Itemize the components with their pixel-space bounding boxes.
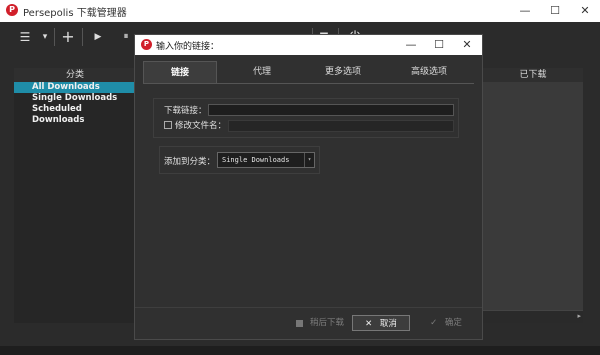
app-logo-icon: P bbox=[6, 4, 18, 16]
tab-link[interactable]: 链接 bbox=[143, 61, 217, 83]
toolbar-divider bbox=[82, 28, 83, 46]
dialog-footer: 稍后下载 ✕ 取消 ✓ 确定 bbox=[135, 307, 482, 339]
minimize-button[interactable]: — bbox=[510, 0, 540, 22]
scroll-right-icon[interactable]: ▸ bbox=[577, 312, 581, 320]
cancel-label: 取消 bbox=[379, 319, 397, 329]
pause-icon[interactable]: ⏸ bbox=[118, 28, 134, 46]
category-all-downloads[interactable]: All Downloads bbox=[14, 82, 136, 93]
dialog-close-button[interactable]: ✕ bbox=[453, 35, 481, 55]
window-title: Persepolis 下载管理器 bbox=[23, 8, 127, 19]
horizontal-scrollbar[interactable]: ▸ bbox=[483, 310, 583, 323]
category-scheduled-downloads[interactable]: Scheduled Downloads bbox=[14, 104, 136, 125]
category-select[interactable]: Single Downloads ▾ bbox=[217, 152, 315, 168]
status-strip bbox=[0, 346, 600, 355]
add-link-icon[interactable]: + bbox=[60, 28, 76, 46]
cancel-button[interactable]: ✕ 取消 bbox=[352, 315, 410, 331]
dialog-tabs: 链接 代理 更多选项 高级选项 bbox=[143, 61, 474, 83]
cancel-icon: ✕ bbox=[365, 319, 373, 329]
downloaded-column-header[interactable]: 已下载 bbox=[483, 68, 583, 82]
downloads-grid[interactable] bbox=[483, 82, 583, 310]
category-sidebar: 分类 All Downloads Single Downloads Schedu… bbox=[14, 68, 136, 323]
category-select-value: Single Downloads bbox=[222, 156, 290, 164]
category-group: 添加到分类： Single Downloads ▾ bbox=[159, 146, 320, 174]
window-titlebar: P Persepolis 下载管理器 — ☐ ✕ bbox=[0, 0, 600, 22]
link-group: 下载链接： 修改文件名： bbox=[153, 98, 459, 138]
resume-icon[interactable]: ▶ bbox=[90, 28, 106, 46]
add-to-category-label: 添加到分类： bbox=[164, 157, 216, 167]
dialog-titlebar: P 输入你的链接： — ☐ ✕ bbox=[135, 35, 482, 55]
add-link-dialog: P 输入你的链接： — ☐ ✕ 链接 代理 更多选项 高级选项 下载链接： 修改… bbox=[134, 34, 483, 340]
rename-checkbox[interactable] bbox=[164, 121, 172, 129]
tab-advanced-options[interactable]: 高级选项 bbox=[387, 61, 471, 83]
dialog-minimize-button[interactable]: — bbox=[397, 35, 425, 55]
link-label: 下载链接： bbox=[164, 106, 207, 116]
downloads-table: 已下载 ▸ bbox=[483, 68, 583, 323]
check-icon: ✓ bbox=[430, 318, 438, 328]
category-header: 分类 bbox=[14, 68, 136, 82]
dialog-maximize-button[interactable]: ☐ bbox=[425, 35, 453, 55]
download-later-label[interactable]: 稍后下载 bbox=[307, 315, 347, 331]
chevron-down-icon[interactable]: ▾ bbox=[40, 28, 50, 46]
dialog-logo-icon: P bbox=[141, 39, 152, 50]
ok-button[interactable]: ✓ 确定 bbox=[421, 315, 471, 331]
menu-icon[interactable]: ☰ bbox=[18, 28, 32, 46]
download-later-checkbox[interactable] bbox=[296, 320, 303, 327]
ok-label: 确定 bbox=[444, 318, 462, 328]
tab-more-options[interactable]: 更多选项 bbox=[303, 61, 383, 83]
chevron-down-icon[interactable]: ▾ bbox=[304, 153, 314, 167]
rename-label: 修改文件名： bbox=[175, 121, 227, 131]
toolbar-divider bbox=[54, 28, 55, 46]
tab-proxy[interactable]: 代理 bbox=[227, 61, 297, 83]
download-link-input[interactable] bbox=[208, 104, 454, 116]
dialog-title: 输入你的链接： bbox=[156, 42, 220, 52]
close-button[interactable]: ✕ bbox=[570, 0, 600, 22]
maximize-button[interactable]: ☐ bbox=[540, 0, 570, 22]
rename-input[interactable] bbox=[228, 120, 454, 132]
category-single-downloads[interactable]: Single Downloads bbox=[14, 93, 136, 104]
